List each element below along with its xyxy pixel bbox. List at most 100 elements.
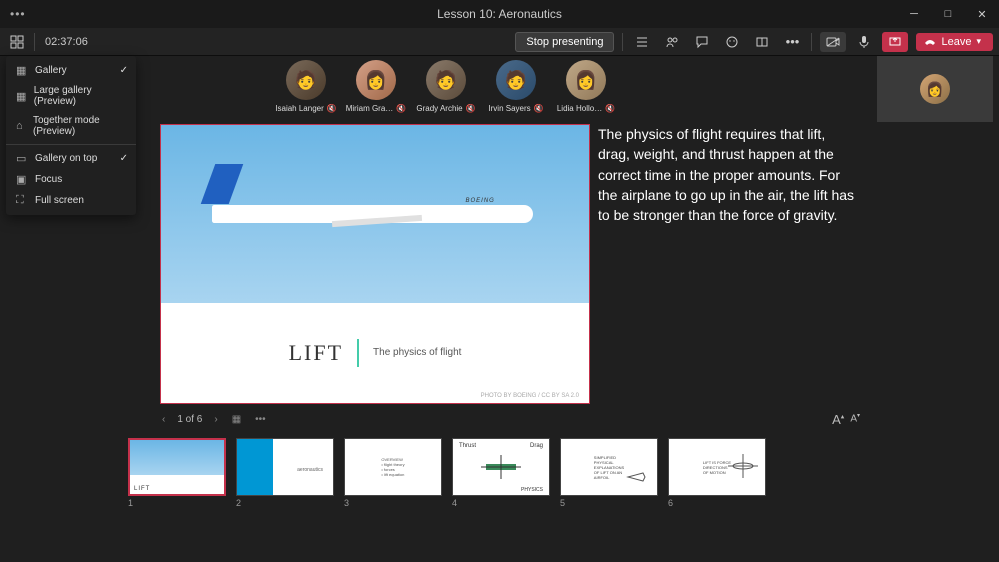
more-actions-icon[interactable]: ••• — [781, 31, 803, 53]
view-layout-icon[interactable] — [6, 31, 28, 53]
thumb-number: 5 — [560, 498, 658, 508]
grid-view-icon[interactable]: ▦ — [230, 412, 243, 427]
focus-icon: ▣ — [16, 173, 28, 186]
leave-button[interactable]: Leave ▾ — [916, 33, 993, 51]
fullscreen-icon: ⛶ — [16, 194, 28, 207]
maximize-button[interactable]: □ — [931, 0, 965, 28]
thumb-number: 1 — [128, 498, 226, 508]
menu-item-large-gallery[interactable]: ▦ Large gallery (Preview) — [6, 81, 136, 111]
participant-name: Grady Archie — [416, 104, 462, 113]
presented-slide: BOEING LIFT The physics of flight PHOTO … — [160, 124, 590, 404]
together-icon: ⌂ — [16, 120, 26, 132]
next-slide-button[interactable]: › — [212, 412, 219, 427]
menu-item-together-mode[interactable]: ⌂ Together mode (Preview) — [6, 111, 136, 141]
view-layout-menu: ▦ Gallery ✓ ▦ Large gallery (Preview) ⌂ … — [6, 56, 136, 215]
slide-image-sky: BOEING — [161, 125, 589, 303]
avatar: 🧑 — [286, 60, 326, 100]
participant-tile[interactable]: 👩 Lidia Hollo…🔇 — [560, 60, 612, 113]
meeting-toolbar: 02:37:06 Stop presenting ••• — [0, 28, 999, 56]
camera-toggle-button[interactable] — [820, 32, 846, 52]
thumbnail-2[interactable]: aeronautics — [236, 438, 334, 496]
window-controls: ─ □ ✕ — [897, 0, 999, 28]
muted-icon: 🔇 — [466, 104, 476, 113]
slide-thumbnails: LIFT 1 aeronautics 2 OVERVIEW• flight th… — [128, 438, 766, 508]
thumbnail-5[interactable]: SIMPLIFIEDPHYSICALEXPLANATIONSOF LIFT ON… — [560, 438, 658, 496]
muted-icon: 🔇 — [396, 104, 406, 113]
thumbnail-4[interactable]: Thrust Drag PHYSICS — [452, 438, 550, 496]
decrease-font-button[interactable]: A▾ — [850, 412, 860, 427]
thumbnail-1[interactable]: LIFT — [128, 438, 226, 496]
reactions-icon[interactable] — [721, 31, 743, 53]
participant-tile[interactable]: 🧑 Grady Archie🔇 — [420, 60, 472, 113]
prev-slide-button[interactable]: ‹ — [160, 412, 167, 427]
divider — [357, 339, 359, 367]
self-video-tile[interactable]: 👩 — [877, 56, 993, 122]
thumb-number: 6 — [668, 498, 766, 508]
slide-caption-area: LIFT The physics of flight PHOTO BY BOEI… — [161, 303, 589, 403]
hangup-icon — [924, 37, 936, 47]
avatar: 🧑 — [496, 60, 536, 100]
participant-tile[interactable]: 👩 Miriam Gra…🔇 — [350, 60, 402, 113]
chat-icon[interactable] — [691, 31, 713, 53]
menu-label: Gallery on top — [35, 153, 97, 164]
slide-position: 1 of 6 — [177, 414, 202, 425]
people-icon[interactable] — [661, 31, 683, 53]
menu-label: Together mode (Preview) — [33, 115, 126, 137]
menu-item-gallery[interactable]: ▦ Gallery ✓ — [6, 60, 136, 81]
thumbnail-6[interactable]: LIFT IS FORCEDIRECTIONSOF MOTION — [668, 438, 766, 496]
app-more-icon[interactable]: ••• — [10, 7, 26, 21]
muted-icon: 🔇 — [534, 104, 544, 113]
participant-gallery: 🧑 Isaiah Langer🔇 👩 Miriam Gra…🔇 🧑 Grady … — [280, 60, 612, 113]
participant-name: Isaiah Langer — [275, 104, 323, 113]
menu-item-full-screen[interactable]: ⛶ Full screen — [6, 190, 136, 211]
mic-toggle-button[interactable] — [854, 32, 874, 52]
layout-top-icon: ▭ — [16, 152, 28, 165]
menu-label: Full screen — [35, 195, 84, 206]
menu-separator — [6, 144, 136, 145]
meeting-timer: 02:37:06 — [41, 36, 92, 48]
thumb-number: 4 — [452, 498, 550, 508]
menu-label: Focus — [35, 174, 62, 185]
separator — [622, 33, 623, 51]
separator — [34, 33, 35, 51]
slide-title: LIFT — [289, 340, 343, 366]
check-icon: ✓ — [120, 65, 128, 76]
stop-presenting-button[interactable]: Stop presenting — [515, 32, 614, 52]
increase-font-button[interactable]: A▴ — [832, 412, 844, 427]
avatar: 👩 — [356, 60, 396, 100]
menu-item-gallery-on-top[interactable]: ▭ Gallery on top ✓ — [6, 148, 136, 169]
minimize-button[interactable]: ─ — [897, 0, 931, 28]
slide-subtitle: The physics of flight — [373, 347, 461, 358]
large-grid-icon: ▦ — [16, 90, 27, 103]
close-button[interactable]: ✕ — [965, 0, 999, 28]
participant-tile[interactable]: 🧑 Isaiah Langer🔇 — [280, 60, 332, 113]
share-tray-button[interactable] — [882, 32, 908, 52]
title-bar: ••• Lesson 10: Aeronautics ─ □ ✕ — [0, 0, 999, 28]
thumb-number: 3 — [344, 498, 442, 508]
check-icon: ✓ — [120, 153, 128, 164]
avatar: 👩 — [566, 60, 606, 100]
list-icon[interactable] — [631, 31, 653, 53]
more-slide-options-icon[interactable]: ••• — [253, 412, 268, 427]
presenter-notes: The physics of flight requires that lift… — [598, 124, 856, 225]
thumbnail-3[interactable]: OVERVIEW• flight theory• forces• lift eq… — [344, 438, 442, 496]
chevron-down-icon: ▾ — [976, 36, 981, 47]
menu-label: Gallery — [35, 65, 67, 76]
participant-name: Lidia Hollo… — [557, 104, 602, 113]
grid-icon: ▦ — [16, 64, 28, 77]
menu-label: Large gallery (Preview) — [34, 85, 126, 107]
menu-item-focus[interactable]: ▣ Focus — [6, 169, 136, 190]
airplane-tail — [201, 164, 244, 204]
avatar: 🧑 — [426, 60, 466, 100]
font-size-controls: A▴ A▾ — [832, 412, 860, 427]
thumb-number: 2 — [236, 498, 334, 508]
rooms-icon[interactable] — [751, 31, 773, 53]
slide-credit: PHOTO BY BOEING / CC BY SA 2.0 — [481, 393, 579, 399]
muted-icon: 🔇 — [327, 104, 337, 113]
window-title: Lesson 10: Aeronautics — [437, 7, 562, 21]
slide-navigation-bar: ‹ 1 of 6 › ▦ ••• A▴ A▾ — [160, 412, 860, 427]
participant-name: Irvin Sayers — [488, 104, 530, 113]
self-avatar: 👩 — [920, 74, 950, 104]
airplane-brand-text: BOEING — [466, 198, 495, 204]
participant-tile[interactable]: 🧑 Irvin Sayers 🔇 — [490, 60, 542, 113]
